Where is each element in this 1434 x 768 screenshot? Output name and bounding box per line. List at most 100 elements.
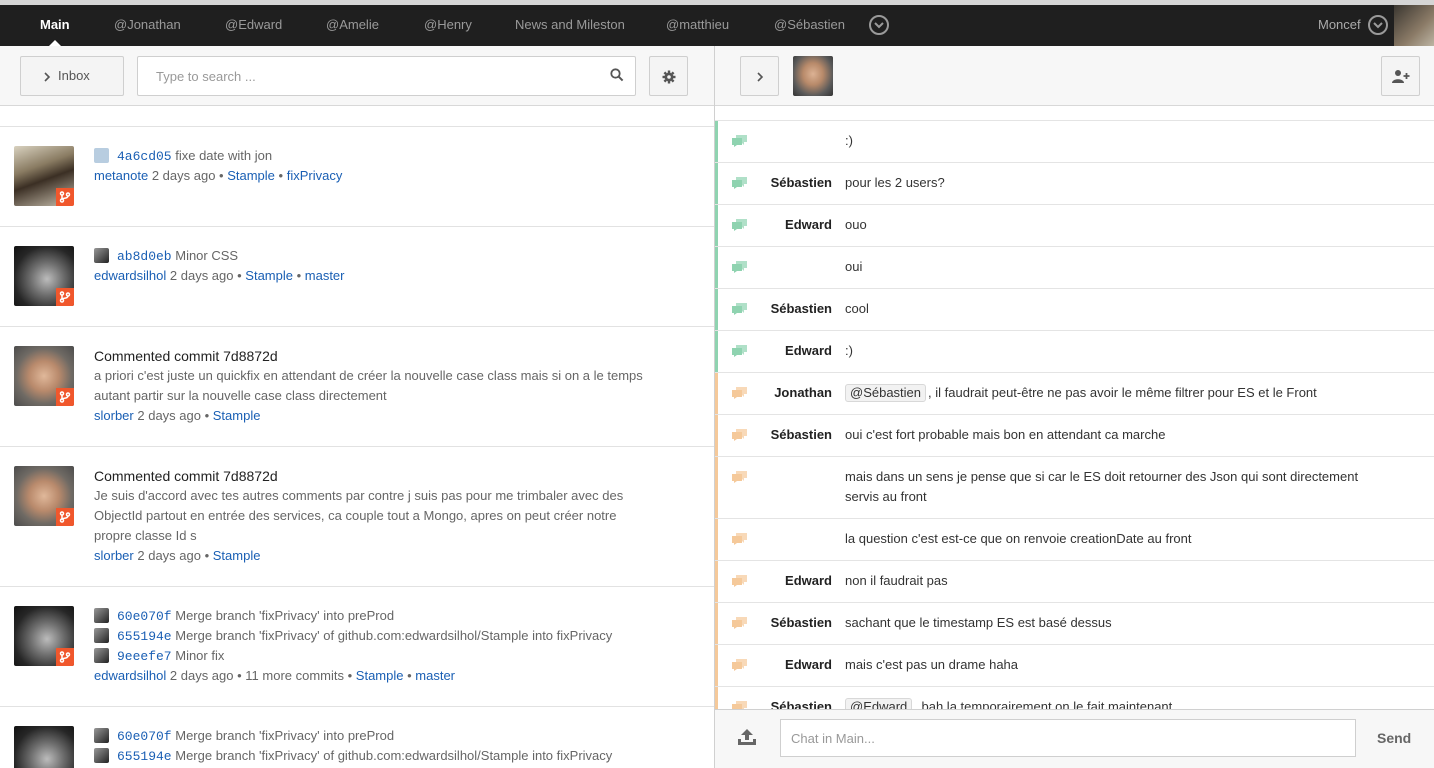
chat-message: Edward non il faudrait pas: [715, 560, 1434, 602]
message-text: :): [845, 341, 1375, 361]
message-text: oui c'est fort probable mais bon en atte…: [845, 425, 1375, 445]
committer-avatar: [94, 148, 109, 163]
git-branch-icon: [56, 648, 74, 666]
message-author[interactable]: Edward: [735, 657, 832, 672]
message-author[interactable]: Edward: [735, 573, 832, 588]
tab-news-and-milestones[interactable]: News and Milestones: [515, 5, 625, 46]
search-input[interactable]: [137, 56, 636, 96]
committer-avatar: [94, 248, 109, 263]
tab-main[interactable]: Main: [40, 5, 70, 46]
feed-meta: edwardsilhol 2 days ago • Stample • mast…: [94, 268, 345, 283]
chat-bubble-icon: [732, 135, 747, 147]
mention-tag[interactable]: @Sébastien: [845, 384, 927, 402]
chat-bubble-icon: [732, 261, 747, 273]
chat-member-avatar[interactable]: [793, 56, 833, 96]
tab-matthieu[interactable]: @matthieu: [666, 5, 729, 46]
feed-item: 60e070f Merge branch 'fixPrivacy' into p…: [0, 706, 714, 768]
commit-message: Merge branch 'fixPrivacy' into preProd: [175, 728, 395, 743]
avatar[interactable]: [14, 146, 74, 206]
avatar[interactable]: [14, 246, 74, 306]
message-body: mais c'est pas un drame haha: [845, 657, 1019, 672]
add-user-button[interactable]: [1381, 56, 1420, 96]
message-body: oui c'est fort probable mais bon en atte…: [845, 427, 1166, 442]
author-link[interactable]: metanote: [94, 168, 148, 183]
message-color-bar: [715, 205, 718, 246]
user-avatar[interactable]: [1394, 5, 1434, 46]
repo-link[interactable]: Stample: [227, 168, 275, 183]
inbox-button[interactable]: Inbox: [20, 56, 124, 96]
inbox-label: Inbox: [58, 68, 90, 83]
repo-link[interactable]: Stample: [245, 268, 293, 283]
tab-henry[interactable]: @Henry: [424, 5, 472, 46]
feed-item: Commented commit 7d8872d Je suis d'accor…: [0, 446, 714, 586]
expand-button[interactable]: [740, 56, 779, 96]
message-author[interactable]: Sébastien: [735, 301, 832, 316]
message-author[interactable]: Sébastien: [735, 427, 832, 442]
commit-sha[interactable]: 655194e: [117, 629, 172, 644]
avatar[interactable]: [14, 466, 74, 526]
commit-sha[interactable]: ab8d0eb: [117, 249, 172, 264]
commit-sha[interactable]: 9eeefe7: [117, 649, 172, 664]
message-color-bar: [715, 247, 718, 288]
message-text: la question c'est est-ce que on renvoie …: [845, 529, 1375, 549]
message-author[interactable]: Edward: [735, 217, 832, 232]
message-body: mais dans un sens je pense que si car le…: [845, 469, 1359, 504]
message-author[interactable]: Edward: [735, 343, 832, 358]
committer-avatar: [94, 628, 109, 643]
commit-line: 655194e Merge branch 'fixPrivacy' of git…: [94, 628, 612, 644]
message-color-bar: [715, 457, 718, 518]
feed-item: ab8d0eb Minor CSS edwardsilhol 2 days ag…: [0, 226, 714, 326]
author-link[interactable]: slorber: [94, 548, 134, 563]
chat-message: Edward:): [715, 330, 1434, 372]
chat-message: Sébastien cool: [715, 288, 1434, 330]
branch-link[interactable]: master: [415, 668, 455, 683]
commit-line: 60e070f Merge branch 'fixPrivacy' into p…: [94, 728, 394, 744]
tab-sebastien[interactable]: @Sébastien: [774, 5, 845, 46]
gear-icon: [662, 70, 676, 84]
user-menu-chevron-icon[interactable]: [1368, 15, 1388, 35]
current-user-name[interactable]: Moncef: [1318, 5, 1361, 45]
branch-link[interactable]: fixPrivacy: [287, 168, 343, 183]
message-author[interactable]: Sébastien: [735, 175, 832, 190]
commit-sha[interactable]: 655194e: [117, 749, 172, 764]
tab-amelie[interactable]: @Amelie: [326, 5, 379, 46]
commit-sha[interactable]: 60e070f: [117, 609, 172, 624]
commit-sha[interactable]: 60e070f: [117, 729, 172, 744]
repo-link[interactable]: Stample: [213, 408, 261, 423]
avatar[interactable]: [14, 726, 74, 768]
tab-edward[interactable]: @Edward: [225, 5, 282, 46]
message-author[interactable]: Sébastien: [735, 615, 832, 630]
timestamp: 2 days ago: [137, 548, 201, 563]
more-commits[interactable]: 11 more commits: [245, 668, 344, 683]
commit-sha[interactable]: 4a6cd05: [117, 149, 172, 164]
chat-toolbar: [715, 46, 1434, 106]
settings-button[interactable]: [649, 56, 688, 96]
message-text: ouo: [845, 215, 1375, 235]
repo-link[interactable]: Stample: [356, 668, 404, 683]
message-body: ouo: [845, 217, 867, 232]
top-nav-bar: Main @Jonathan @Edward @Amelie @Henry Ne…: [0, 0, 1434, 46]
chat-message: Jonathan @Sébastien, il faudrait peut-êtr…: [715, 372, 1434, 414]
tab-jonathan[interactable]: @Jonathan: [114, 5, 181, 46]
message-color-bar: [715, 331, 718, 372]
repo-link[interactable]: Stample: [213, 548, 261, 563]
message-author[interactable]: Jonathan: [735, 385, 832, 400]
author-link[interactable]: edwardsilhol: [94, 668, 166, 683]
message-color-bar: [715, 645, 718, 686]
branch-link[interactable]: master: [305, 268, 345, 283]
author-link[interactable]: edwardsilhol: [94, 268, 166, 283]
more-tabs-chevron-icon[interactable]: [869, 15, 889, 35]
search-icon[interactable]: [610, 68, 624, 82]
message-color-bar: [715, 415, 718, 456]
send-button[interactable]: Send: [1377, 730, 1411, 746]
feed-item-title: Commented commit 7d8872d: [94, 468, 278, 484]
author-link[interactable]: slorber: [94, 408, 134, 423]
avatar[interactable]: [14, 606, 74, 666]
upload-icon[interactable]: [737, 728, 757, 746]
comment-body: Je suis d'accord avec tes autres comment…: [94, 488, 624, 543]
chat-input[interactable]: [780, 719, 1356, 757]
avatar[interactable]: [14, 346, 74, 406]
chevron-right-icon: [44, 72, 51, 82]
message-color-bar: [715, 603, 718, 644]
activity-panel: Inbox 4a6cd05 fixe date with jon metanot…: [0, 46, 714, 768]
